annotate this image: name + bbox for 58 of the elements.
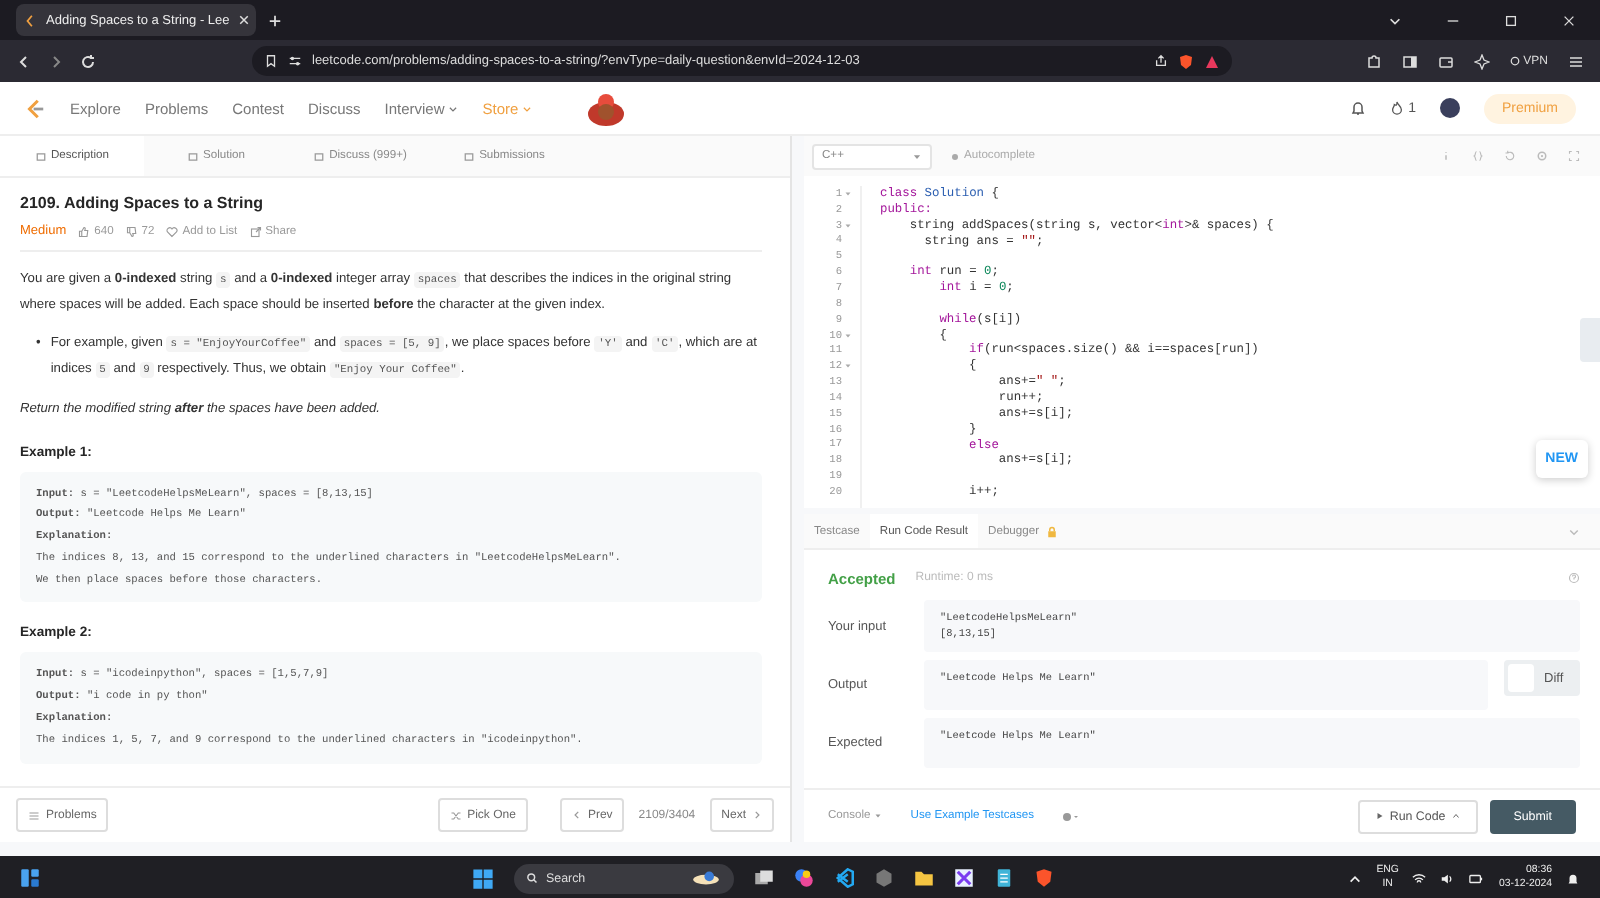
chevron-right-icon (752, 810, 762, 820)
triangle-icon[interactable] (1204, 53, 1220, 69)
cross-app-icon[interactable] (954, 868, 974, 888)
list-icon (28, 809, 40, 821)
caret-up-icon (1451, 812, 1460, 820)
caret-icon (912, 151, 922, 161)
close-icon[interactable] (237, 14, 250, 26)
share-icon (249, 225, 262, 237)
wallet-icon[interactable] (1437, 53, 1454, 69)
back-icon[interactable] (16, 53, 32, 69)
share-icon[interactable] (1154, 54, 1168, 68)
chevron-left-icon (571, 810, 582, 820)
maximize-icon[interactable] (1504, 13, 1518, 27)
site-settings-icon[interactable] (288, 54, 302, 68)
new-tab-icon[interactable] (268, 13, 282, 27)
shield-icon[interactable] (1178, 53, 1194, 69)
caret-icon (522, 103, 533, 113)
notepad-icon[interactable] (994, 868, 1014, 888)
tab-icon (463, 151, 474, 161)
puzzle-icon[interactable] (1365, 53, 1382, 69)
hexagon-icon[interactable] (874, 868, 894, 888)
chevron-down-icon[interactable] (1388, 13, 1402, 27)
sparkle-icon[interactable] (1473, 53, 1490, 69)
sidebar-icon[interactable] (1401, 53, 1418, 69)
forward-icon[interactable] (48, 53, 64, 69)
caret-icon (448, 103, 459, 113)
chevron-up-icon[interactable] (1348, 871, 1363, 885)
battery-icon[interactable] (1468, 871, 1485, 885)
tab-icon (35, 151, 45, 161)
reload-icon[interactable] (80, 53, 96, 69)
bookmark-icon[interactable] (264, 54, 278, 68)
task-view-icon[interactable] (754, 868, 774, 888)
folder-icon[interactable] (914, 868, 934, 888)
tab-icon (313, 151, 324, 161)
widgets-icon[interactable] (20, 868, 40, 888)
flame-icon (1390, 100, 1405, 116)
swirl-icon[interactable] (794, 868, 814, 888)
search-icon (526, 872, 538, 884)
tab-icon (187, 151, 198, 161)
bell-icon[interactable] (1350, 100, 1367, 116)
shuffle-icon (449, 809, 462, 821)
avatar[interactable] (1439, 98, 1460, 118)
heart-icon (166, 225, 179, 237)
close-icon[interactable] (1562, 13, 1576, 27)
site-favicon-icon (24, 13, 38, 27)
play-icon (1375, 812, 1384, 820)
lock-icon (1045, 525, 1058, 537)
code-editor-icon[interactable] (834, 868, 854, 888)
thumbs-down-icon (125, 225, 138, 237)
shield-icon[interactable] (1034, 868, 1054, 888)
volume-icon[interactable] (1440, 871, 1455, 885)
thumbs-up-icon (78, 225, 91, 237)
windows-logo-icon[interactable] (472, 867, 494, 889)
wifi-icon[interactable] (1412, 871, 1427, 885)
menu-icon[interactable] (1568, 53, 1584, 69)
logo-icon[interactable] (24, 95, 46, 121)
problem-title: 2109. Adding Spaces to a String (20, 194, 266, 212)
bell-icon[interactable] (1566, 871, 1580, 885)
